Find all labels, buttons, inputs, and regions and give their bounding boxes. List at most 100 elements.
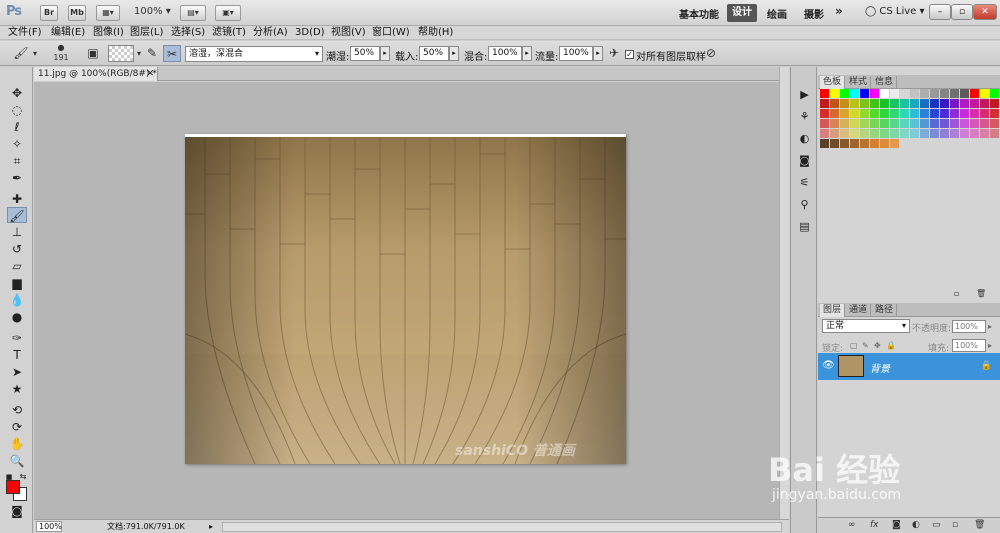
color-swatch[interactable] bbox=[870, 109, 879, 118]
hand-tool-icon[interactable]: ✋ bbox=[7, 436, 27, 452]
color-swatch[interactable] bbox=[920, 109, 929, 118]
color-swatch[interactable] bbox=[870, 129, 879, 138]
close-window-button[interactable]: ✕ bbox=[973, 4, 997, 20]
quick-mask-icon[interactable]: ◙ bbox=[7, 503, 27, 519]
lock-all-icon[interactable]: 🔒 bbox=[886, 341, 896, 350]
3d-rotate-tool-icon[interactable]: ⟲ bbox=[7, 402, 27, 418]
color-swatch[interactable] bbox=[840, 129, 849, 138]
color-swatch[interactable] bbox=[830, 99, 839, 108]
document-tab[interactable]: 11.jpg @ 100%(RGB/8#) * ✕ bbox=[34, 67, 158, 81]
color-swatch[interactable] bbox=[930, 129, 939, 138]
path-selection-tool-icon[interactable]: ➤ bbox=[7, 364, 27, 380]
3d-orbit-tool-icon[interactable]: ⟳ bbox=[7, 419, 27, 435]
wet-field[interactable]: 50% bbox=[350, 46, 380, 61]
color-swatch[interactable] bbox=[850, 109, 859, 118]
adjustments-panel-icon[interactable]: ◐ bbox=[796, 131, 813, 146]
horizontal-scrollbar[interactable] bbox=[222, 522, 782, 532]
color-swatch[interactable] bbox=[820, 139, 829, 148]
color-swatch[interactable] bbox=[850, 119, 859, 128]
fill-arrow-icon[interactable]: ▸ bbox=[988, 341, 992, 350]
color-swatch[interactable] bbox=[960, 99, 969, 108]
history-brush-tool-icon[interactable]: ↺ bbox=[7, 241, 27, 257]
bridge-button[interactable]: Br bbox=[40, 5, 58, 21]
color-swatch[interactable] bbox=[870, 139, 879, 148]
color-swatch[interactable] bbox=[830, 89, 839, 98]
color-swatch[interactable] bbox=[950, 119, 959, 128]
color-swatch[interactable] bbox=[960, 109, 969, 118]
color-swatch[interactable] bbox=[990, 99, 999, 108]
color-swatch[interactable] bbox=[820, 109, 829, 118]
color-swatch[interactable] bbox=[830, 109, 839, 118]
tab-paths[interactable]: 路径 bbox=[872, 304, 898, 317]
color-swatch[interactable] bbox=[910, 99, 919, 108]
sample-all-layers-checkbox[interactable]: ✓ bbox=[625, 50, 634, 59]
color-swatch[interactable] bbox=[950, 129, 959, 138]
status-menu-arrow-icon[interactable]: ▸ bbox=[209, 520, 213, 533]
color-swatch[interactable] bbox=[890, 139, 899, 148]
fill-field[interactable]: 100% bbox=[952, 339, 986, 352]
color-swatch[interactable] bbox=[970, 89, 979, 98]
adjustment-layer-icon[interactable]: ◐ bbox=[912, 520, 920, 530]
opacity-field[interactable]: 100% bbox=[952, 320, 986, 333]
color-swatch[interactable] bbox=[860, 139, 869, 148]
shape-tool-icon[interactable]: ★ bbox=[7, 381, 27, 397]
brush-size-picker[interactable]: ● 191 bbox=[52, 43, 70, 62]
color-swatch[interactable] bbox=[980, 119, 989, 128]
color-swatch[interactable] bbox=[920, 89, 929, 98]
lasso-tool-icon[interactable]: ℓ bbox=[7, 119, 27, 135]
color-swatch[interactable] bbox=[900, 109, 909, 118]
lock-transparency-icon[interactable]: ▢ bbox=[850, 341, 858, 350]
brush-panel-toggle-icon[interactable]: ▣ bbox=[84, 45, 102, 62]
menu-filter[interactable]: 滤镜(T) bbox=[212, 26, 246, 40]
workspace-photography[interactable]: 摄影 bbox=[804, 6, 824, 21]
dodge-tool-icon[interactable]: ● bbox=[7, 309, 27, 325]
color-swatch[interactable] bbox=[900, 119, 909, 128]
menu-analysis[interactable]: 分析(A) bbox=[253, 26, 288, 40]
eyedropper-tool-icon[interactable]: ✒ bbox=[7, 170, 27, 186]
color-swatch[interactable] bbox=[860, 89, 869, 98]
workspace-painting[interactable]: 绘画 bbox=[767, 6, 787, 21]
color-swatch[interactable] bbox=[980, 89, 989, 98]
color-swatch[interactable] bbox=[880, 119, 889, 128]
color-swatch[interactable] bbox=[980, 129, 989, 138]
zoom-level-dropdown[interactable]: 100% ▾ bbox=[134, 6, 171, 17]
color-swatch[interactable] bbox=[990, 89, 999, 98]
tab-channels[interactable]: 通道 bbox=[846, 304, 872, 317]
color-swatch[interactable] bbox=[860, 119, 869, 128]
color-swatch[interactable] bbox=[990, 109, 999, 118]
menu-select[interactable]: 选择(S) bbox=[171, 26, 205, 40]
tab-swatches[interactable]: 色板 bbox=[820, 76, 846, 89]
restore-button[interactable]: ▫ bbox=[951, 4, 973, 20]
lock-position-icon[interactable]: ✥ bbox=[874, 341, 881, 350]
foreground-color-swatch[interactable] bbox=[6, 480, 20, 494]
marquee-tool-icon[interactable]: ◌ bbox=[7, 102, 27, 118]
wet-arrow[interactable]: ▸ bbox=[380, 46, 390, 61]
zoom-tool-icon[interactable]: 🔍 bbox=[7, 453, 27, 469]
visibility-eye-icon[interactable]: 👁 bbox=[822, 360, 835, 371]
color-swatch[interactable] bbox=[840, 119, 849, 128]
link-layers-icon[interactable]: ∞ bbox=[848, 520, 856, 530]
load-brush-icon[interactable]: ✎ bbox=[143, 45, 161, 62]
preset-dropdown-arrow[interactable]: ▾ bbox=[30, 45, 40, 62]
arrange-documents-button[interactable]: ▤▾ bbox=[180, 5, 206, 21]
tab-layers[interactable]: 图层 bbox=[820, 304, 846, 317]
color-swatch[interactable] bbox=[950, 109, 959, 118]
workspace-design[interactable]: 设计 bbox=[727, 4, 757, 22]
color-swatch[interactable] bbox=[950, 89, 959, 98]
layer-style-icon[interactable]: fx bbox=[870, 520, 879, 530]
menu-file[interactable]: 文件(F) bbox=[8, 26, 42, 40]
current-brush-load-swatch[interactable] bbox=[108, 45, 134, 62]
color-swatch[interactable] bbox=[870, 119, 879, 128]
document-canvas[interactable]: sanshiCO 普通画 bbox=[185, 134, 626, 464]
type-tool-icon[interactable]: T bbox=[7, 347, 27, 363]
load-arrow[interactable]: ▸ bbox=[449, 46, 459, 61]
actions-panel-icon[interactable]: ▶ bbox=[796, 87, 813, 102]
mixer-brush-preset-icon[interactable]: 🖌 bbox=[12, 45, 30, 62]
tab-info[interactable]: 信息 bbox=[872, 76, 898, 89]
color-swatch[interactable] bbox=[910, 119, 919, 128]
tablet-pressure-icon[interactable]: ⊘ bbox=[702, 45, 720, 62]
color-swatch[interactable] bbox=[930, 119, 939, 128]
color-swatch[interactable] bbox=[970, 119, 979, 128]
new-swatch-icon[interactable]: ▫ bbox=[954, 289, 959, 298]
color-swatch[interactable] bbox=[850, 89, 859, 98]
